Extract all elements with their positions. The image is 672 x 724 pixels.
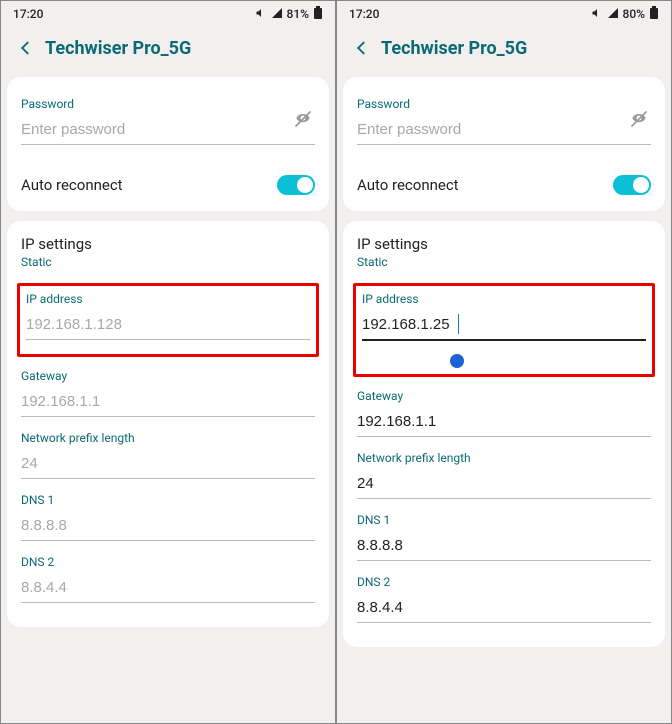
card-password: Password Auto reconnect xyxy=(7,77,329,211)
prefix-input[interactable] xyxy=(21,449,315,479)
auto-reconnect-label: Auto reconnect xyxy=(21,176,123,194)
volume-mute-icon xyxy=(255,7,267,22)
ip-address-label: IP address xyxy=(26,292,310,306)
dns2-label: DNS 2 xyxy=(357,575,651,589)
status-bar: 17:20 81% xyxy=(1,1,335,27)
ip-address-label: IP address xyxy=(362,292,646,306)
auto-reconnect-row: Auto reconnect xyxy=(357,175,651,195)
password-label: Password xyxy=(357,97,651,111)
gateway-block: Gateway xyxy=(357,383,651,445)
signal-icon xyxy=(607,7,619,22)
title-bar: Techwiser Pro_5G xyxy=(337,27,671,77)
prefix-input[interactable] xyxy=(357,469,651,499)
ip-address-highlight: IP address xyxy=(17,283,319,357)
volume-mute-icon xyxy=(591,7,603,22)
password-field-block: Password xyxy=(357,91,651,153)
auto-reconnect-toggle[interactable] xyxy=(613,175,651,195)
gateway-input[interactable] xyxy=(21,387,315,417)
prefix-block: Network prefix length xyxy=(357,445,651,507)
status-time: 17:20 xyxy=(349,7,379,21)
screen-right: 17:20 80% Techwiser Pro_5G Password xyxy=(336,0,672,724)
ip-settings-mode[interactable]: Static xyxy=(357,255,651,269)
auto-reconnect-toggle[interactable] xyxy=(277,175,315,195)
status-bar: 17:20 80% xyxy=(337,1,671,27)
auto-reconnect-label: Auto reconnect xyxy=(357,176,459,194)
dns1-block: DNS 1 xyxy=(357,507,651,569)
signal-icon xyxy=(271,7,283,22)
password-field-block: Password xyxy=(21,91,315,153)
visibility-off-icon[interactable] xyxy=(293,109,313,133)
battery-icon xyxy=(649,6,659,23)
text-cursor-handle-icon[interactable] xyxy=(450,354,464,368)
gateway-input[interactable] xyxy=(357,407,651,437)
ip-address-highlight: IP address xyxy=(353,283,655,377)
ip-settings-title: IP settings xyxy=(21,235,315,253)
status-time: 17:20 xyxy=(13,7,43,21)
dns2-block: DNS 2 xyxy=(357,569,651,631)
screen-left: 17:20 81% Techwiser Pro_5G Password xyxy=(0,0,336,724)
status-right: 81% xyxy=(255,6,323,23)
back-icon[interactable] xyxy=(351,37,373,59)
battery-text: 80% xyxy=(623,7,645,21)
password-input[interactable] xyxy=(21,115,315,145)
status-right: 80% xyxy=(591,6,659,23)
dns1-block: DNS 1 xyxy=(21,487,315,549)
dns2-input[interactable] xyxy=(357,593,651,623)
dns1-label: DNS 1 xyxy=(357,513,651,527)
ip-settings-mode[interactable]: Static xyxy=(21,255,315,269)
auto-reconnect-row: Auto reconnect xyxy=(21,175,315,195)
dns1-label: DNS 1 xyxy=(21,493,315,507)
page-title: Techwiser Pro_5G xyxy=(381,38,527,59)
ip-settings-title: IP settings xyxy=(357,235,651,253)
title-bar: Techwiser Pro_5G xyxy=(1,27,335,77)
battery-text: 81% xyxy=(287,7,309,21)
prefix-label: Network prefix length xyxy=(357,451,651,465)
password-input[interactable] xyxy=(357,115,651,145)
ip-address-input[interactable] xyxy=(362,310,646,341)
dns1-input[interactable] xyxy=(357,531,651,561)
visibility-off-icon[interactable] xyxy=(629,109,649,133)
ip-address-input[interactable] xyxy=(26,310,310,340)
page-title: Techwiser Pro_5G xyxy=(45,38,191,59)
card-password: Password Auto reconnect xyxy=(343,77,665,211)
gateway-block: Gateway xyxy=(21,363,315,425)
battery-icon xyxy=(313,6,323,23)
dns2-input[interactable] xyxy=(21,573,315,603)
card-ip-settings: IP settings Static IP address Gateway Ne… xyxy=(343,221,665,647)
gateway-label: Gateway xyxy=(21,369,315,383)
prefix-label: Network prefix length xyxy=(21,431,315,445)
card-ip-settings: IP settings Static IP address Gateway Ne… xyxy=(7,221,329,627)
prefix-block: Network prefix length xyxy=(21,425,315,487)
dns2-label: DNS 2 xyxy=(21,555,315,569)
dns1-input[interactable] xyxy=(21,511,315,541)
password-label: Password xyxy=(21,97,315,111)
back-icon[interactable] xyxy=(15,37,37,59)
gateway-label: Gateway xyxy=(357,389,651,403)
dns2-block: DNS 2 xyxy=(21,549,315,611)
text-cursor xyxy=(458,314,459,334)
